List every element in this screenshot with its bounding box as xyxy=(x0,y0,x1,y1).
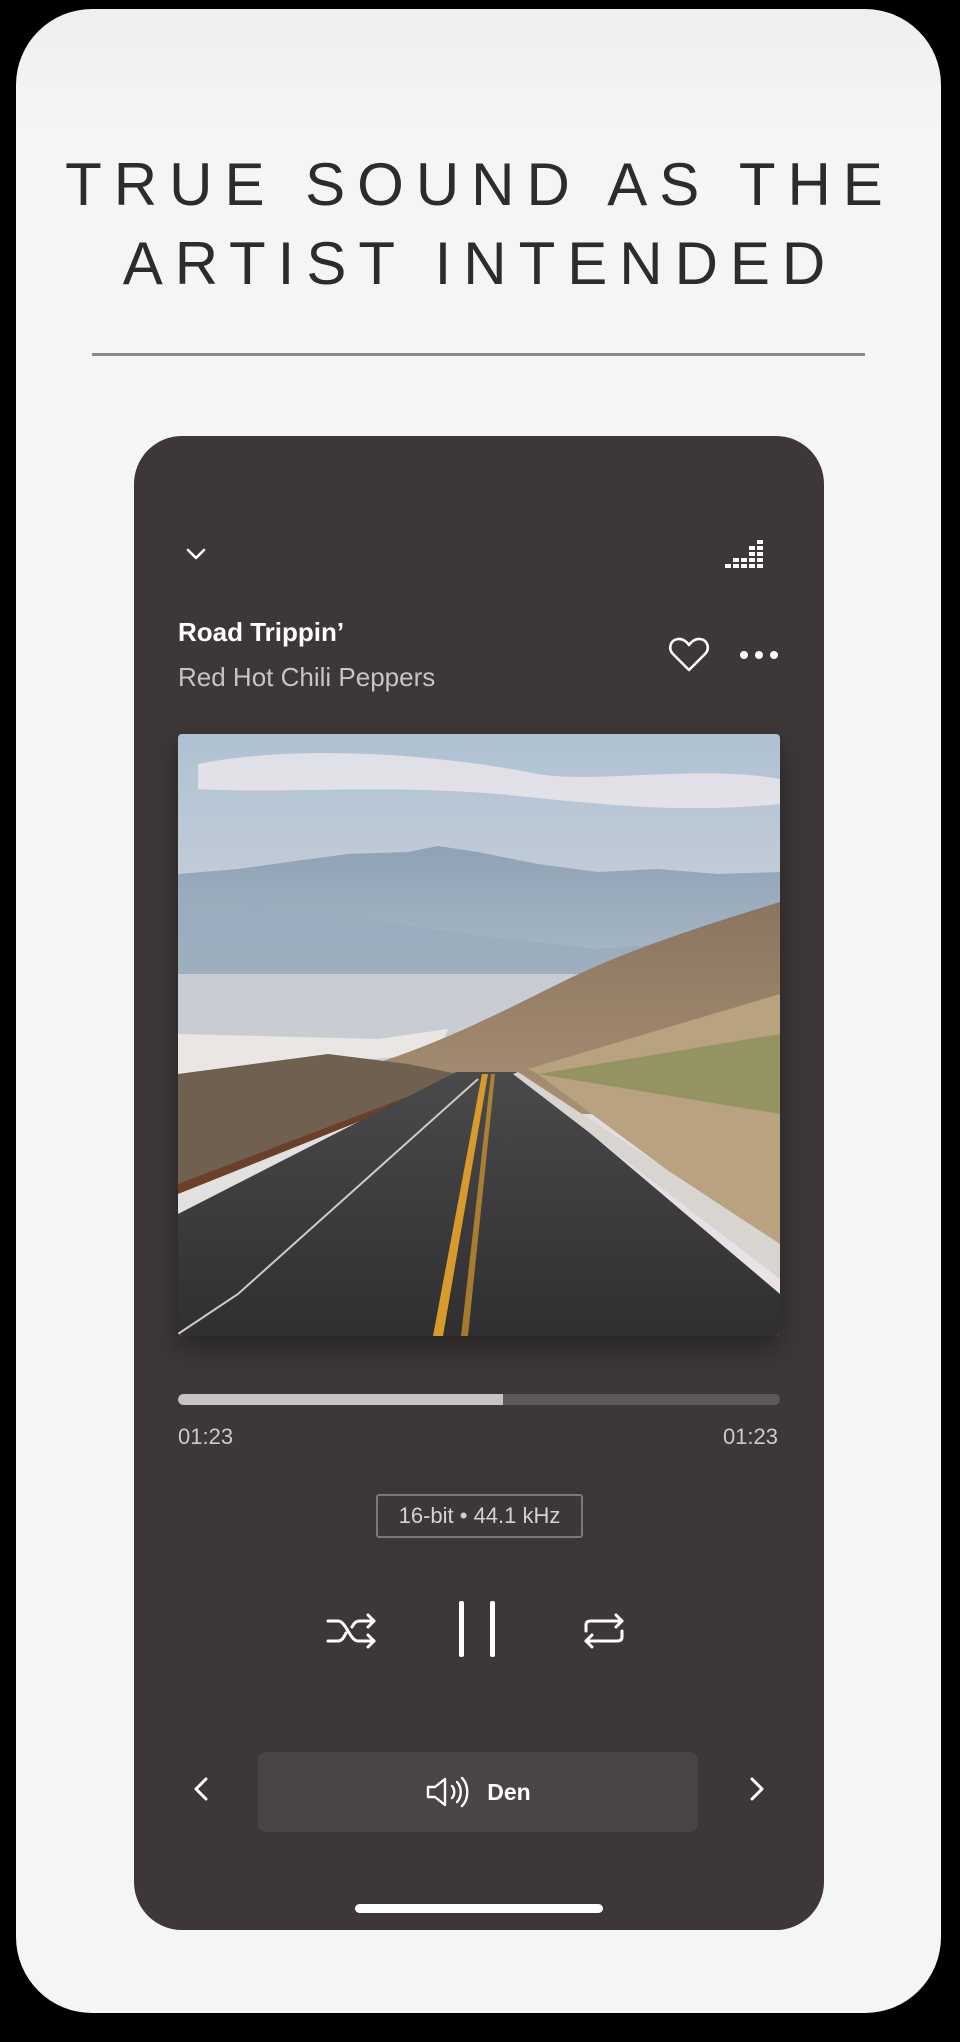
next-device-button[interactable] xyxy=(742,1769,772,1809)
player-screen: Road Trippin’ Red Hot Chili Peppers 01:2… xyxy=(134,436,824,1930)
shuffle-icon xyxy=(326,1613,376,1649)
pause-icon xyxy=(459,1601,495,1657)
playback-progress-bar[interactable] xyxy=(178,1394,780,1405)
previous-device-button[interactable] xyxy=(186,1769,216,1809)
output-device-name: Den xyxy=(487,1778,531,1805)
elapsed-time: 01:23 xyxy=(178,1424,234,1449)
favorite-button[interactable] xyxy=(664,632,714,678)
equalizer-button[interactable] xyxy=(724,536,768,572)
heart-icon xyxy=(668,637,710,672)
headline-line-1: TRUE SOUND AS THE xyxy=(65,151,895,218)
audio-quality-badge: 16-bit • 44.1 kHz xyxy=(376,1494,583,1538)
more-options-button[interactable] xyxy=(734,632,784,678)
more-options-icon xyxy=(740,651,778,659)
repeat-button[interactable] xyxy=(574,1606,634,1656)
headline-line-2: ARTIST INTENDED xyxy=(122,230,838,297)
home-indicator[interactable] xyxy=(355,1904,603,1913)
remaining-time: 01:23 xyxy=(722,1424,778,1449)
equalizer-icon xyxy=(725,540,763,568)
shuffle-button[interactable] xyxy=(322,1606,382,1656)
promo-headline: TRUE SOUND AS THE ARTIST INTENDED xyxy=(0,145,960,303)
divider xyxy=(92,353,865,356)
track-title: Road Trippin’ xyxy=(178,617,345,647)
chevron-right-icon xyxy=(750,1777,764,1801)
speaker-icon xyxy=(427,1776,469,1808)
track-artist[interactable]: Red Hot Chili Peppers xyxy=(178,662,435,693)
collapse-button[interactable] xyxy=(178,536,214,572)
chevron-down-icon xyxy=(186,548,206,560)
repeat-icon xyxy=(584,1613,624,1649)
pause-button[interactable] xyxy=(444,1596,510,1662)
output-device-selector[interactable]: Den xyxy=(258,1752,698,1832)
playback-progress-fill xyxy=(178,1394,504,1405)
album-art xyxy=(178,734,780,1336)
chevron-left-icon xyxy=(194,1777,208,1801)
